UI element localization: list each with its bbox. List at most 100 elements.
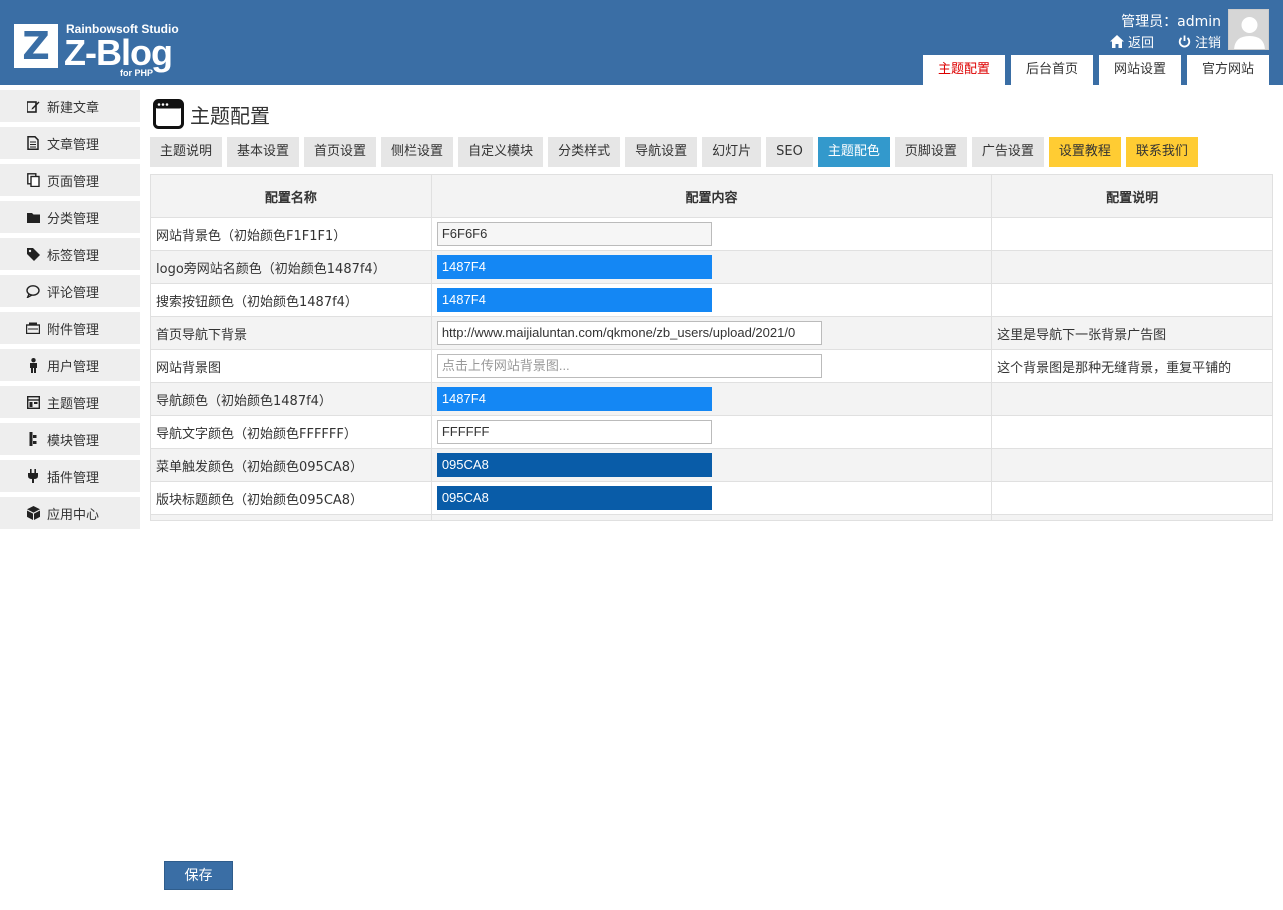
column-header-name: 配置名称 [150,174,432,218]
config-content-cell: 095CA8 [430,481,993,515]
logout-label: 注销 [1194,36,1221,51]
config-name: logo旁网站名颜色（初始颜色1487f4） [150,250,432,284]
theme-icon [26,395,40,409]
config-desc: 这个背景图是那种无缝背景，重复平铺的 [991,349,1273,383]
logo-sub: for PHP [120,68,154,78]
color-input[interactable]: FFFFFF [436,420,712,444]
config-desc [991,415,1273,449]
user-links: 返回 注销 [1109,32,1221,51]
tab-theme-intro[interactable]: 主题说明 [150,137,223,167]
config-name: 导航颜色（初始颜色1487f4） [150,382,432,416]
user-icon [26,357,40,373]
config-content-cell: 1487F4 [430,250,993,284]
config-name: 导航文字颜色（初始颜色FFFFFF） [150,415,432,449]
sidebar-item-label: 应用中心 [47,507,100,523]
sidebar-item-label: 分类管理 [47,211,100,227]
sidebar-item-app-center[interactable]: 应用中心 [0,497,140,529]
tab-contact-us[interactable]: 联系我们 [1125,137,1198,167]
logout-link[interactable]: 注销 [1178,32,1221,51]
config-content-cell: FFFFFF [430,415,993,449]
tab-seo[interactable]: SEO [766,137,813,167]
url-input[interactable]: http://www.maijialuntan.com/qkmone/zb_us… [436,321,822,345]
tab-sidebar-settings[interactable]: 侧栏设置 [381,137,454,167]
tab-tutorial[interactable]: 设置教程 [1048,137,1121,167]
table-row: 导航文字颜色（初始颜色FFFFFF） FFFFFF [150,415,1273,449]
sidebar-item-label: 用户管理 [47,359,100,375]
zblog-logo[interactable]: Z Rainbowsoft Studio Z-Blog for PHP [14,22,194,82]
tab-ad-settings[interactable]: 广告设置 [971,137,1044,167]
config-name: 搜索按钮颜色（初始颜色1487f4） [150,283,432,317]
color-input[interactable]: 095CA8 [436,453,712,477]
config-content-cell: 1487F4 [430,382,993,416]
back-link[interactable]: 返回 [1109,32,1154,51]
sidebar-item-module-manage[interactable]: 模块管理 [0,423,140,455]
top-tabs: 主题配置 后台首页 网站设置 官方网站 [922,55,1269,85]
sidebar-item-theme-manage[interactable]: 主题管理 [0,386,140,418]
sidebar-item-article-manage[interactable]: 文章管理 [0,127,140,159]
attachment-icon [26,321,40,335]
config-content-cell: 1487F4 [430,283,993,317]
sidebar-item-label: 插件管理 [47,470,100,486]
table-row: 导航颜色（初始颜色1487f4） 1487F4 [150,382,1273,416]
document-icon [26,136,40,150]
color-input[interactable]: 1487F4 [436,387,712,411]
home-icon [1109,35,1124,48]
tab-footer-settings[interactable]: 页脚设置 [894,137,967,167]
config-name: 版块标题颜色（初始颜色095CA8） [150,481,432,515]
sidebar-item-user-manage[interactable]: 用户管理 [0,349,140,381]
config-content-cell: 095CA8 [430,448,993,482]
config-name: 网站背景色（初始颜色F1F1F1） [150,217,432,251]
color-input[interactable]: 1487F4 [436,255,712,279]
column-header-content: 配置内容 [430,174,993,218]
tab-home-settings[interactable]: 首页设置 [304,137,377,167]
config-desc [991,217,1273,251]
config-desc [991,382,1273,416]
upload-input[interactable]: 点击上传网站背景图... [436,354,822,378]
tab-basic-settings[interactable]: 基本设置 [227,137,300,167]
sidebar-item-label: 文章管理 [47,137,100,153]
plugin-icon [26,469,40,483]
tab-nav-settings[interactable]: 导航设置 [625,137,698,167]
sidebar-item-comment-manage[interactable]: 评论管理 [0,275,140,307]
cube-icon [26,506,40,520]
top-tab-dashboard[interactable]: 后台首页 [1010,55,1093,85]
top-tab-theme-config[interactable]: 主题配置 [922,55,1005,85]
sidebar-item-label: 评论管理 [47,285,100,301]
color-input[interactable]: F6F6F6 [436,222,712,246]
page-title: 主题配置 [153,99,270,129]
tag-icon [26,247,40,261]
sidebar-item-label: 新建文章 [47,100,100,116]
table-header-row: 配置名称 配置内容 配置说明 [150,174,1273,218]
config-name: 菜单触发颜色（初始颜色095CA8） [150,448,432,482]
table-footer-cell [150,514,432,521]
config-tabs: 主题说明 基本设置 首页设置 侧栏设置 自定义模块 分类样式 导航设置 幻灯片 … [150,137,1198,167]
tab-custom-module[interactable]: 自定义模块 [458,137,544,167]
color-input[interactable]: 095CA8 [436,486,712,510]
tab-theme-colors[interactable]: 主题配色 [817,137,890,167]
config-desc [991,283,1273,317]
folder-icon [26,210,40,224]
color-input[interactable]: 1487F4 [436,288,712,312]
top-tab-site-settings[interactable]: 网站设置 [1098,55,1181,85]
sidebar-item-plugin-manage[interactable]: 插件管理 [0,460,140,492]
sidebar-item-label: 模块管理 [47,433,100,449]
tab-slideshow[interactable]: 幻灯片 [702,137,762,167]
sidebar-item-tag-manage[interactable]: 标签管理 [0,238,140,270]
config-name: 网站背景图 [150,349,432,383]
sidebar-item-page-manage[interactable]: 页面管理 [0,164,140,196]
sidebar-item-category-manage[interactable]: 分类管理 [0,201,140,233]
table-row: 网站背景图 点击上传网站背景图... 这个背景图是那种无缝背景，重复平铺的 [150,349,1273,383]
avatar[interactable] [1228,9,1269,50]
sidebar-item-new-article[interactable]: 新建文章 [0,90,140,122]
table-row: 搜索按钮颜色（初始颜色1487f4） 1487F4 [150,283,1273,317]
tab-category-style[interactable]: 分类样式 [548,137,621,167]
save-button[interactable]: 保存 [164,861,233,890]
comment-icon [26,284,40,298]
config-content-cell: 点击上传网站背景图... [430,349,993,383]
top-tab-official-site[interactable]: 官方网站 [1186,55,1269,85]
config-content-cell: http://www.maijialuntan.com/qkmone/zb_us… [430,316,993,350]
window-icon [153,99,184,129]
config-table: 配置名称 配置内容 配置说明 网站背景色（初始颜色F1F1F1） F6F6F6 lo… [150,174,1273,521]
sidebar-item-attachment-manage[interactable]: 附件管理 [0,312,140,344]
table-footer-row [150,514,1273,521]
